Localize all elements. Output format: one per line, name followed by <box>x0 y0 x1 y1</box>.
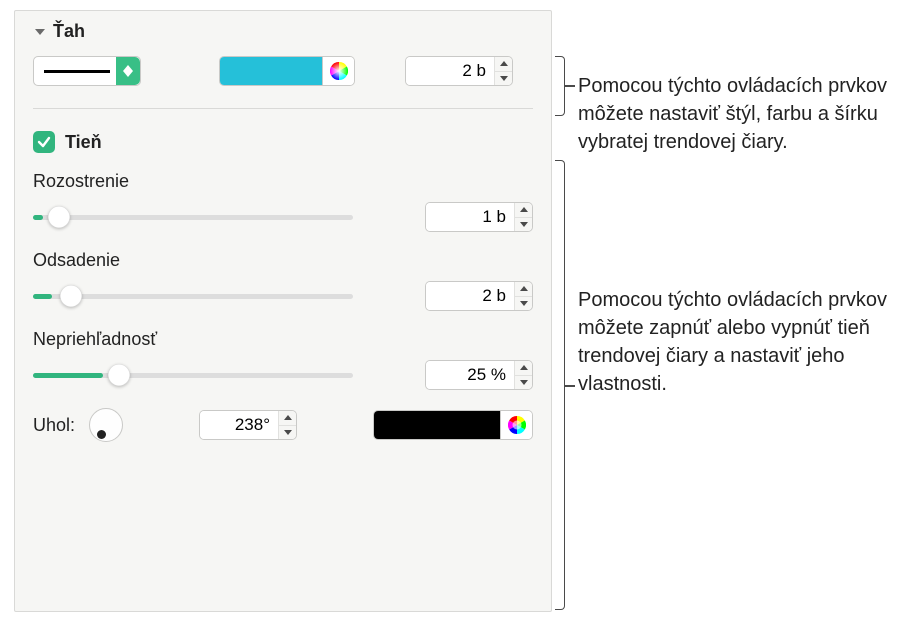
callout-lead-line <box>565 385 575 387</box>
stepper-up-icon[interactable] <box>515 203 532 217</box>
stroke-popup-button-icon <box>116 57 140 85</box>
callout-bracket-icon <box>555 56 565 116</box>
callout-stroke-help: Pomocou týchto ovládacích prvkov môžete … <box>578 72 888 156</box>
blur-value-input[interactable] <box>426 203 514 231</box>
angle-stepper <box>278 411 296 439</box>
stroke-color-swatch <box>220 57 322 85</box>
stepper-down-icon[interactable] <box>515 296 532 311</box>
shadow-checkbox[interactable] <box>33 131 55 153</box>
slider-thumb[interactable] <box>48 206 70 228</box>
angle-label: Uhol: <box>33 415 75 436</box>
opacity-row <box>33 360 533 390</box>
inspector-panel: Ťah <box>14 10 552 612</box>
offset-label: Odsadenie <box>33 250 533 271</box>
slider-thumb[interactable] <box>60 285 82 307</box>
callout-shadow-help: Pomocou týchto ovládacích prvkov môžete … <box>578 286 888 398</box>
angle-value-input[interactable] <box>200 411 278 439</box>
blur-label: Rozostrenie <box>33 171 533 192</box>
stepper-down-icon[interactable] <box>495 71 512 86</box>
stepper-up-icon[interactable] <box>515 361 532 375</box>
opacity-block: Nepriehľadnosť <box>33 329 533 390</box>
blur-stepper <box>514 203 532 231</box>
angle-dial[interactable] <box>89 408 123 442</box>
angle-value-field <box>199 410 297 440</box>
offset-stepper <box>514 282 532 310</box>
shadow-checkbox-row: Tieň <box>33 131 533 153</box>
stroke-width-input[interactable] <box>406 57 494 85</box>
offset-value-input[interactable] <box>426 282 514 310</box>
offset-value-field <box>425 281 533 311</box>
stepper-down-icon[interactable] <box>515 375 532 390</box>
opacity-value-input[interactable] <box>426 361 514 389</box>
stroke-width-stepper <box>494 57 512 85</box>
offset-slider[interactable] <box>33 284 353 308</box>
stepper-down-icon[interactable] <box>279 425 296 440</box>
shadow-label: Tieň <box>65 132 102 153</box>
opacity-stepper <box>514 361 532 389</box>
color-wheel-icon[interactable] <box>322 57 354 85</box>
angle-row: Uhol: <box>33 408 533 442</box>
angle-inline: Uhol: <box>33 408 123 442</box>
section-divider <box>33 108 533 109</box>
shadow-color-swatch <box>374 411 500 439</box>
stepper-up-icon[interactable] <box>515 282 532 296</box>
stroke-color-well[interactable] <box>219 56 355 86</box>
callout-bracket-icon <box>555 160 565 610</box>
color-wheel-icon[interactable] <box>500 411 532 439</box>
opacity-label: Nepriehľadnosť <box>33 329 533 350</box>
stroke-width-field <box>405 56 513 86</box>
stroke-style-popup[interactable] <box>33 56 141 86</box>
stroke-section-header: Ťah <box>33 21 533 42</box>
blur-block: Rozostrenie <box>33 171 533 232</box>
stepper-down-icon[interactable] <box>515 217 532 232</box>
blur-value-field <box>425 202 533 232</box>
offset-row <box>33 281 533 311</box>
stroke-solid-preview <box>44 70 110 73</box>
stepper-up-icon[interactable] <box>279 411 296 425</box>
slider-thumb[interactable] <box>108 364 130 386</box>
blur-slider[interactable] <box>33 205 353 229</box>
opacity-value-field <box>425 360 533 390</box>
callout-lead-line <box>565 85 575 87</box>
blur-row <box>33 202 533 232</box>
stepper-up-icon[interactable] <box>495 57 512 71</box>
shadow-color-well[interactable] <box>373 410 533 440</box>
stroke-controls-row <box>33 56 533 86</box>
offset-block: Odsadenie <box>33 250 533 311</box>
stroke-title: Ťah <box>53 21 85 42</box>
angle-indicator-icon <box>97 430 106 439</box>
opacity-slider[interactable] <box>33 363 353 387</box>
callouts-region: Pomocou týchto ovládacích prvkov môžete … <box>578 72 888 398</box>
disclosure-triangle-icon[interactable] <box>33 25 47 39</box>
